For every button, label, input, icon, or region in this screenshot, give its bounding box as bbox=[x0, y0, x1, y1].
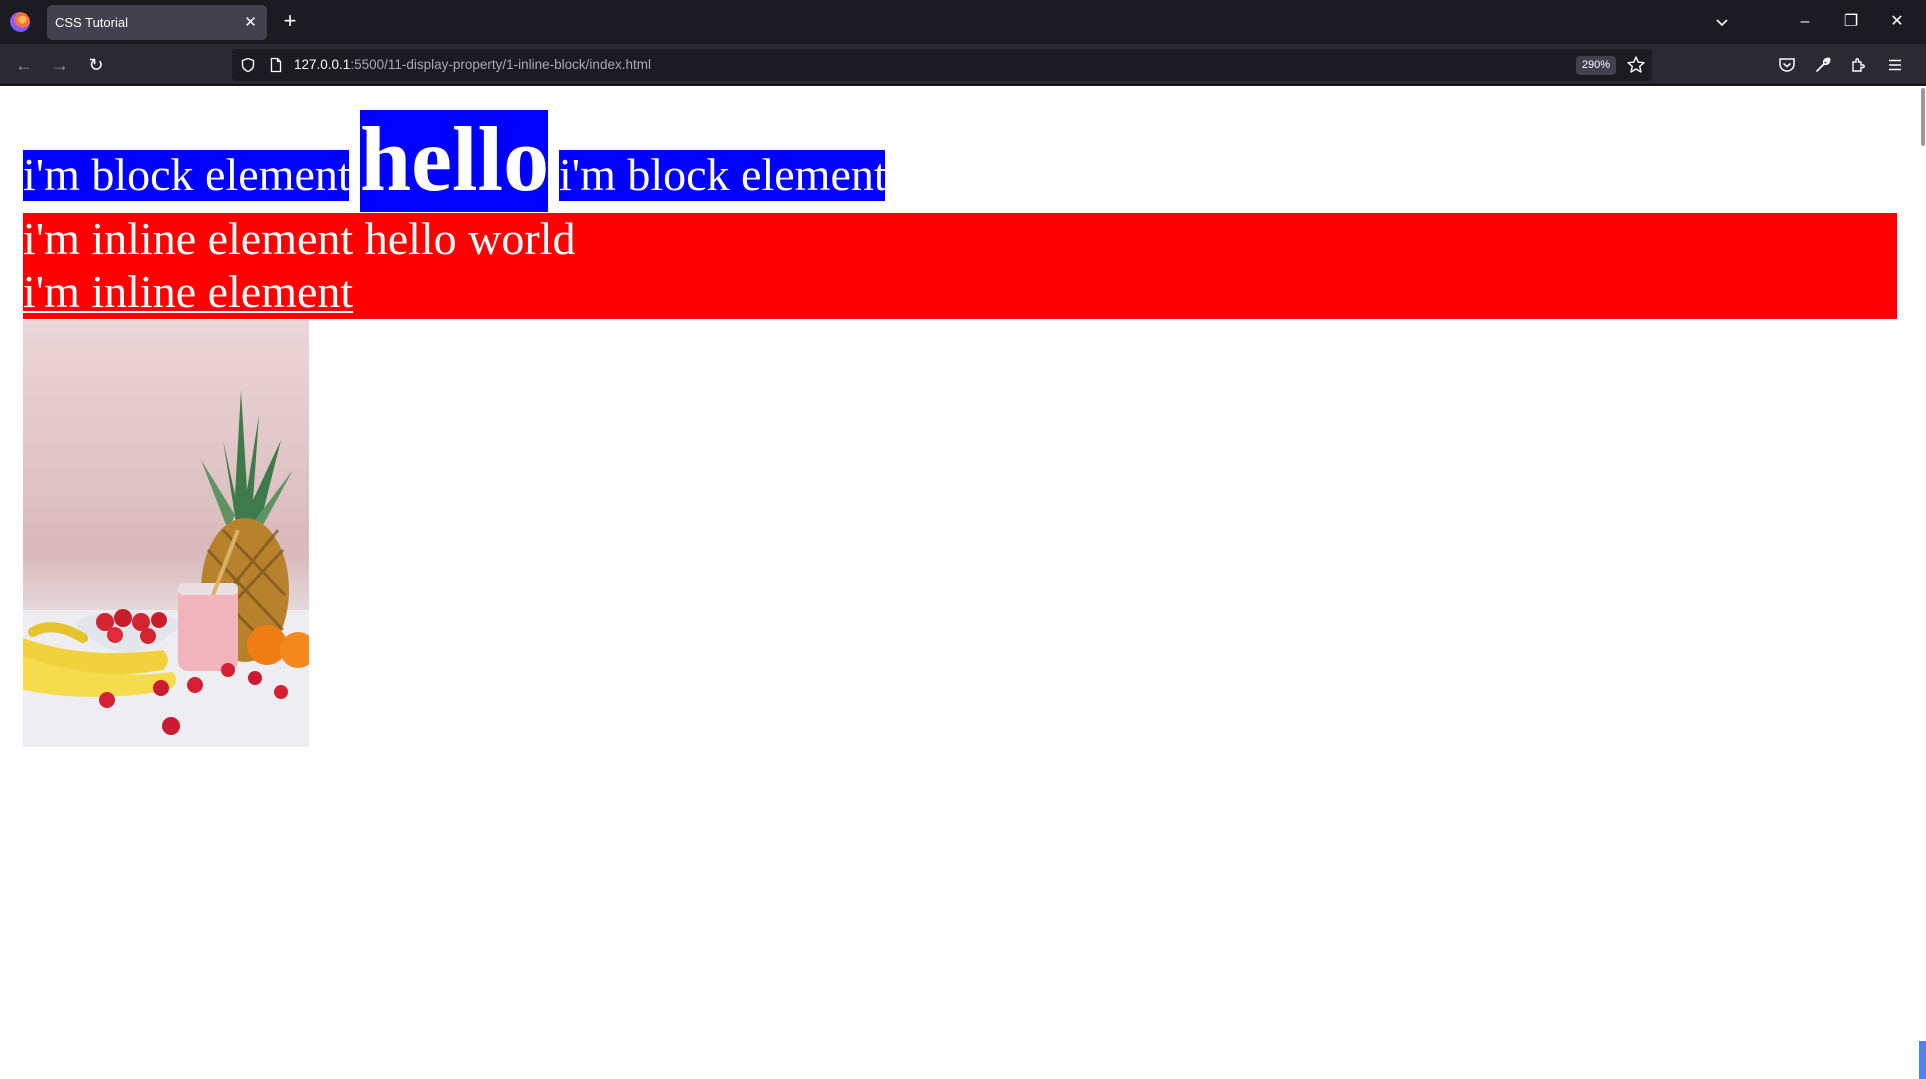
inline-element-band: i'm inline element hello world i'm inlin… bbox=[23, 213, 1897, 319]
shield-icon[interactable] bbox=[240, 57, 256, 73]
list-all-tabs-button[interactable] bbox=[1710, 10, 1734, 34]
tab-css-tutorial[interactable]: CSS Tutorial ✕ bbox=[47, 5, 267, 40]
zoom-level-badge[interactable]: 290% bbox=[1576, 56, 1616, 75]
block-element-1: i'm block element bbox=[23, 149, 351, 201]
wrench-icon[interactable] bbox=[1812, 54, 1834, 76]
forward-button[interactable]: → bbox=[47, 52, 73, 78]
scrollbar-thumb[interactable] bbox=[1921, 88, 1925, 146]
inline-text-line-1: i'm inline element hello world bbox=[23, 213, 576, 264]
extensions-icon[interactable] bbox=[1848, 54, 1870, 76]
tab-strip: CSS Tutorial ✕ + – ❐ ✕ bbox=[0, 0, 1926, 44]
firefox-logo bbox=[10, 12, 30, 32]
fruit-photo-illustration bbox=[23, 390, 309, 747]
tab-title: CSS Tutorial bbox=[55, 15, 128, 30]
chevron-down-icon bbox=[1716, 19, 1728, 27]
page-viewport: i'm block element hello i'm block elemen… bbox=[0, 86, 1926, 1079]
fruit-smoothie-image bbox=[23, 320, 309, 747]
minimize-button[interactable]: – bbox=[1782, 6, 1828, 38]
vertical-scrollbar[interactable] bbox=[1919, 86, 1926, 1079]
nav-toolbar: ← → ↻ 127.0.0.1:5500/11-display-property… bbox=[0, 44, 1926, 85]
pocket-icon[interactable] bbox=[1776, 54, 1798, 76]
inline-block-row: i'm block element hello i'm block elemen… bbox=[23, 110, 1897, 212]
restore-button[interactable]: ❐ bbox=[1828, 6, 1874, 38]
new-tab-button[interactable]: + bbox=[279, 10, 301, 33]
close-window-button[interactable]: ✕ bbox=[1874, 6, 1920, 38]
page-content: i'm block element hello i'm block elemen… bbox=[23, 110, 1897, 747]
url-path: :5500/11-display-property/1-inline-block… bbox=[350, 57, 651, 72]
url-bar[interactable]: 127.0.0.1:5500/11-display-property/1-inl… bbox=[232, 49, 1652, 81]
star-icon[interactable] bbox=[1626, 55, 1646, 75]
inline-link[interactable]: i'm inline element bbox=[23, 266, 353, 318]
reload-button[interactable]: ↻ bbox=[83, 52, 109, 78]
block-element-hello: hello bbox=[360, 108, 550, 212]
url-host: 127.0.0.1 bbox=[294, 57, 351, 72]
back-button[interactable]: ← bbox=[11, 52, 37, 78]
scrollbar-end-marker bbox=[1919, 1041, 1926, 1079]
url-text[interactable]: 127.0.0.1:5500/11-display-property/1-inl… bbox=[294, 49, 651, 81]
block-element-2: i'm block element bbox=[559, 149, 887, 201]
close-tab-icon[interactable]: ✕ bbox=[241, 13, 260, 32]
menu-icon[interactable] bbox=[1884, 54, 1906, 76]
page-icon[interactable] bbox=[268, 57, 284, 73]
